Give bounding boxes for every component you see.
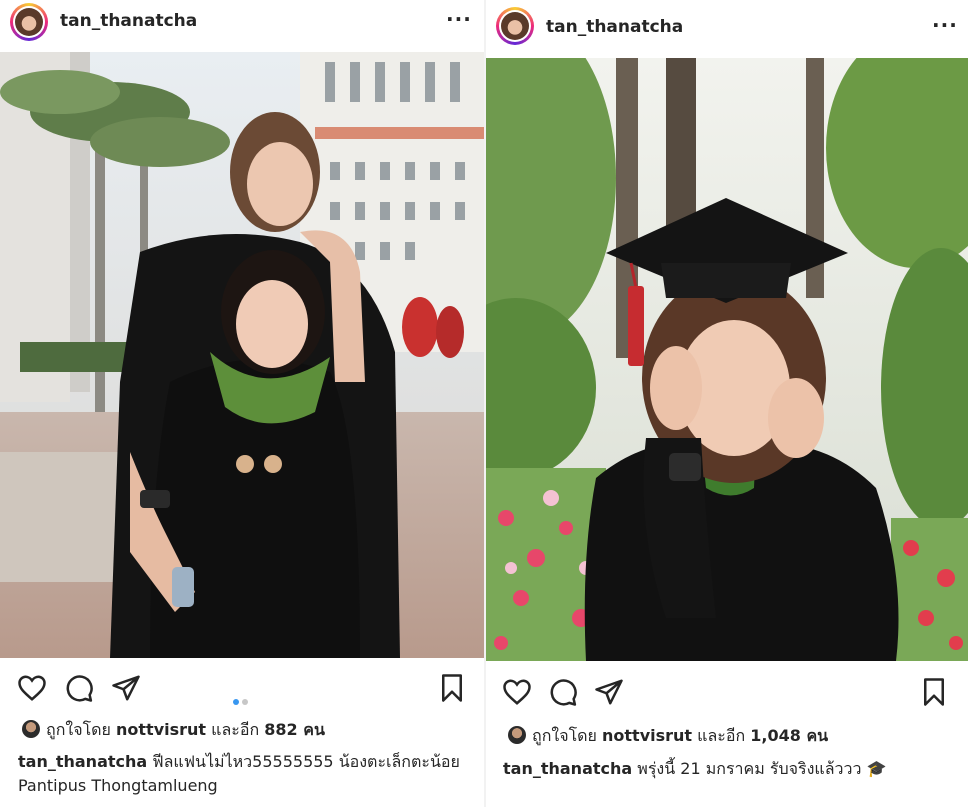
caption-text: พรุ่งนี้ 21 มกราคม รับจริงแล้ววว 🎓 [637,759,887,778]
likes-prefix: ถูกใจโดย [532,726,597,745]
share-icon[interactable] [111,673,141,703]
action-bar [486,674,968,714]
post-header: tan_thanatcha ··· [486,0,968,52]
liker-username[interactable]: nottvisrut [602,726,692,745]
post-username[interactable]: tan_thanatcha [546,17,683,37]
likes-middle: และอีก [697,726,746,745]
likes-summary[interactable]: ถูกใจโดย nottvisrut และอีก 882 คน [22,718,325,743]
post-photo[interactable] [486,58,968,661]
liker-username[interactable]: nottvisrut [116,720,206,739]
post-caption: tan_thanatcha พรุ่งนี้ 21 มกราคม รับจริง… [503,757,958,781]
avatar[interactable] [10,3,48,41]
comment-icon[interactable] [64,673,94,703]
bookmark-icon[interactable] [919,677,949,707]
likes-middle: และอีก [211,720,260,739]
likes-summary[interactable]: ถูกใจโดย nottvisrut และอีก 1,048 คน [508,724,828,749]
more-options-icon[interactable]: ··· [446,7,472,31]
likes-prefix: ถูกใจโดย [46,720,111,739]
caption-username[interactable]: tan_thanatcha [503,759,632,778]
carousel-dot [242,699,248,705]
carousel-indicator [233,690,251,709]
post-card-right: tan_thanatcha ··· ถูกใจโดย nottvisrut แล… [486,0,968,807]
share-icon[interactable] [594,677,624,707]
carousel-dot-active [233,699,239,705]
liker-avatar [22,720,40,738]
post-header: tan_thanatcha ··· [0,0,484,52]
bookmark-icon[interactable] [437,673,467,703]
post-username[interactable]: tan_thanatcha [60,11,197,31]
comment-icon[interactable] [548,677,578,707]
avatar[interactable] [496,7,534,45]
caption-username[interactable]: tan_thanatcha [18,752,147,771]
likes-count[interactable]: 882 คน [264,720,325,739]
likes-count[interactable]: 1,048 คน [750,726,828,745]
heart-icon[interactable] [502,677,532,707]
heart-icon[interactable] [17,673,47,703]
post-caption: tan_thanatcha ฟีลแฟนไม่ไหว55555555 น้องต… [18,750,473,798]
liker-avatar [508,726,526,744]
more-options-icon[interactable]: ··· [932,13,958,37]
post-card-left: tan_thanatcha ··· ถูกใจโดย nottvisrut แล… [0,0,484,807]
action-bar [0,668,484,708]
post-photo[interactable] [0,52,484,658]
